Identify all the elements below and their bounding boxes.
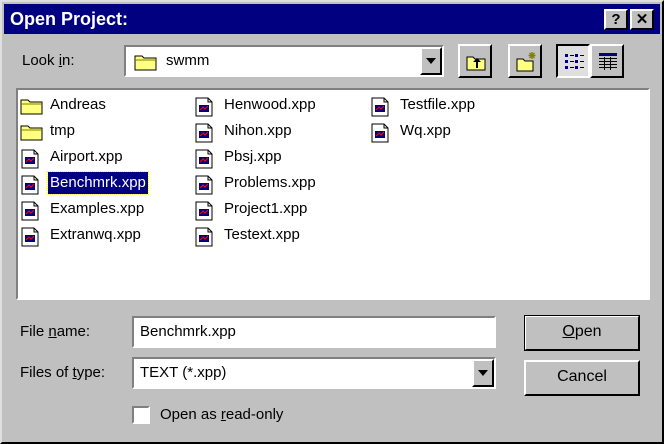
file-item[interactable]: Testext.xpp <box>194 224 364 248</box>
file-item[interactable]: Wq.xpp <box>370 120 540 144</box>
file-item[interactable]: Airport.xpp <box>20 146 190 170</box>
cancel-button[interactable]: Cancel <box>524 360 640 396</box>
file-item-label: Airport.xpp <box>50 148 123 165</box>
file-type-label: Files of type: <box>20 364 106 381</box>
window-title: Open Project: <box>10 9 129 29</box>
file-item-label: Pbsj.xpp <box>224 148 282 165</box>
folder-icon <box>134 53 158 75</box>
create-new-folder-button[interactable] <box>508 44 542 78</box>
close-icon: ✕ <box>635 11 649 28</box>
file-item[interactable]: Pbsj.xpp <box>194 146 364 170</box>
look-in-dropdown-arrow[interactable] <box>420 47 442 75</box>
project-file-icon <box>370 123 390 150</box>
file-item[interactable]: Testfile.xpp <box>370 94 540 118</box>
file-item-label: Testfile.xpp <box>400 96 476 113</box>
look-in-value: swmm <box>166 52 210 69</box>
read-only-checkbox[interactable] <box>132 406 150 424</box>
file-item-label: Problems.xpp <box>224 174 316 191</box>
file-item-label: Wq.xpp <box>400 122 451 139</box>
file-name-input[interactable]: Benchmrk.xpp <box>132 316 496 348</box>
file-item-label: Extranwq.xpp <box>50 226 141 243</box>
folder-item[interactable]: Andreas <box>20 94 190 118</box>
open-project-dialog: Open Project: ? ✕ Look in: swmm Andreas … <box>0 0 664 444</box>
file-item[interactable]: Examples.xpp <box>20 198 190 222</box>
file-item-label: Testext.xpp <box>224 226 300 243</box>
list-view-button[interactable] <box>556 44 590 78</box>
file-item-label: Benchmrk.xpp <box>47 171 149 195</box>
look-in-combo[interactable]: swmm <box>124 45 444 77</box>
file-name-value: Benchmrk.xpp <box>140 323 236 340</box>
file-item-label: Andreas <box>50 96 106 113</box>
title-bar[interactable]: Open Project: ? ✕ <box>4 4 660 34</box>
file-type-dropdown-arrow[interactable] <box>472 359 494 387</box>
file-item-label: Examples.xpp <box>50 200 145 217</box>
folder-icon <box>20 123 44 148</box>
file-list[interactable]: Andreas tmp Airport.xpp Benchmrk.xpp Example… <box>16 88 650 300</box>
file-type-value: TEXT (*.xpp) <box>140 364 227 381</box>
file-item[interactable]: Nihon.xpp <box>194 120 364 144</box>
file-item-label: tmp <box>50 122 76 139</box>
up-one-level-button[interactable] <box>458 44 492 78</box>
open-button[interactable]: Open <box>524 315 640 351</box>
project-file-icon <box>194 227 214 254</box>
read-only-label[interactable]: Open as read-only <box>160 406 283 423</box>
file-item[interactable]: Problems.xpp <box>194 172 364 196</box>
file-item[interactable]: Benchmrk.xpp <box>20 171 190 196</box>
help-icon: ? <box>611 11 621 28</box>
folder-item[interactable]: tmp <box>20 120 190 144</box>
file-item[interactable]: Extranwq.xpp <box>20 224 190 248</box>
file-item[interactable]: Project1.xpp <box>194 198 364 222</box>
file-type-combo[interactable]: TEXT (*.xpp) <box>132 357 496 389</box>
file-item-label: Nihon.xpp <box>224 122 292 139</box>
look-in-label: Look in: <box>22 52 75 69</box>
file-item[interactable]: Henwood.xpp <box>194 94 364 118</box>
file-item-label: Henwood.xpp <box>224 96 316 113</box>
file-item-label: Project1.xpp <box>224 200 308 217</box>
folder-icon <box>20 97 44 122</box>
details-view-button[interactable] <box>590 44 624 78</box>
close-button[interactable]: ✕ <box>630 9 654 30</box>
file-name-label: File name: <box>20 323 91 340</box>
help-button[interactable]: ? <box>604 9 628 30</box>
project-file-icon <box>20 227 40 254</box>
